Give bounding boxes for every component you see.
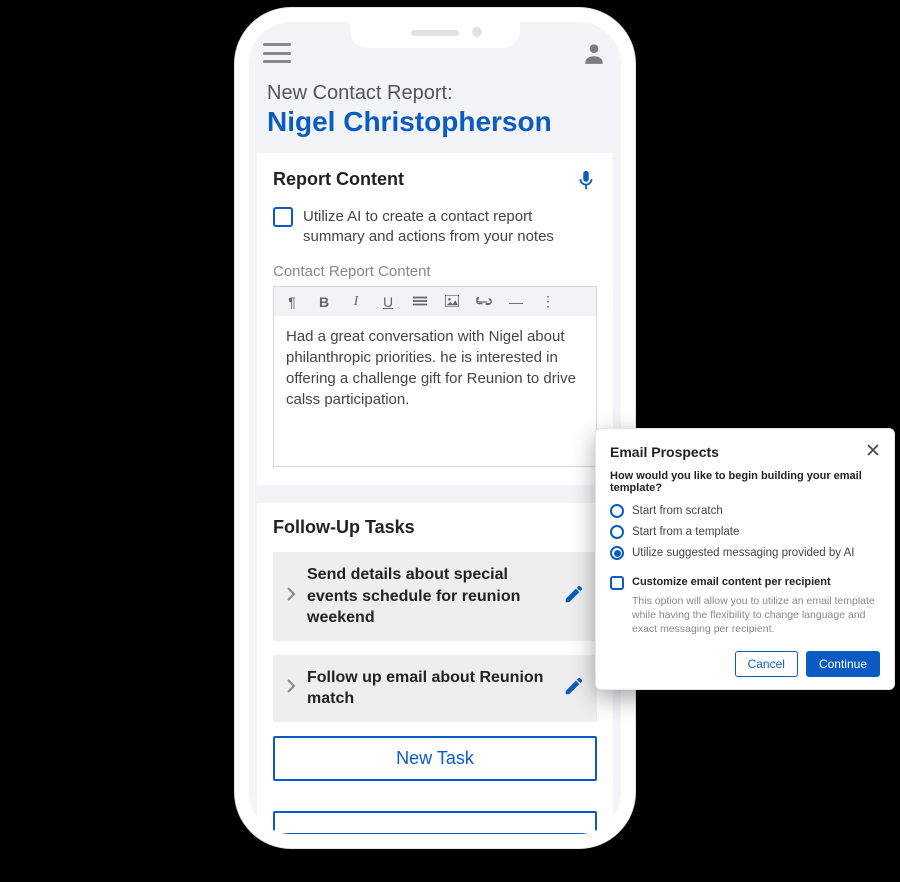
- tasks-section-title: Follow-Up Tasks: [273, 517, 415, 538]
- editor-toolbar: ¶ B I U — ⋮: [274, 287, 596, 316]
- insert-image-icon[interactable]: [442, 294, 462, 310]
- chevron-right-icon: [285, 586, 297, 607]
- ai-summary-label: Utilize AI to create a contact report su…: [303, 207, 597, 248]
- radio-label: Start from a template: [632, 526, 739, 538]
- microphone-icon[interactable]: [575, 167, 597, 193]
- dialog-title: Email Prospects: [610, 444, 719, 460]
- format-underline-icon[interactable]: U: [378, 294, 398, 310]
- new-task-button[interactable]: New Task: [273, 736, 597, 781]
- task-row[interactable]: Follow up email about Reunion match: [273, 655, 597, 722]
- profile-icon[interactable]: [581, 40, 607, 66]
- edit-task-icon[interactable]: [563, 675, 585, 702]
- next-action-button[interactable]: [273, 811, 597, 834]
- close-icon[interactable]: [866, 443, 880, 460]
- insert-link-icon[interactable]: [474, 294, 494, 310]
- page-title-label: New Contact Report:: [267, 82, 603, 105]
- radio-option-ai[interactable]: Utilize suggested messaging provided by …: [610, 546, 880, 560]
- horizontal-rule-icon[interactable]: —: [506, 294, 526, 310]
- radio-icon: [610, 525, 624, 539]
- phone-notch: [350, 20, 520, 48]
- format-italic-icon[interactable]: I: [346, 294, 366, 310]
- radio-icon: [610, 546, 624, 560]
- radio-label: Utilize suggested messaging provided by …: [632, 547, 854, 559]
- app-screen: New Contact Report: Nigel Christopherson…: [249, 22, 621, 834]
- dialog-question: How would you like to begin building you…: [610, 470, 880, 494]
- ai-summary-checkbox[interactable]: [273, 207, 293, 227]
- radio-option-scratch[interactable]: Start from scratch: [610, 504, 880, 518]
- task-text: Send details about special events schedu…: [307, 564, 553, 629]
- task-text: Follow up email about Reunion match: [307, 667, 553, 710]
- report-content-textarea[interactable]: Had a great conversation with Nigel abou…: [274, 316, 596, 466]
- contact-name-link[interactable]: Nigel Christopherson: [267, 105, 603, 139]
- format-paragraph-icon[interactable]: ¶: [282, 294, 302, 310]
- phone-frame: New Contact Report: Nigel Christopherson…: [235, 8, 635, 848]
- customize-per-recipient-checkbox[interactable]: [610, 576, 624, 590]
- continue-button[interactable]: Continue: [806, 651, 880, 677]
- report-content-card: Report Content Utilize AI to create a co…: [257, 153, 613, 486]
- customize-label: Customize email content per recipient: [632, 576, 831, 588]
- content-field-label: Contact Report Content: [273, 263, 597, 280]
- format-bold-icon[interactable]: B: [314, 294, 334, 310]
- radio-label: Start from scratch: [632, 505, 723, 517]
- followup-tasks-card: Follow-Up Tasks Send details about speci…: [257, 503, 613, 834]
- more-options-icon[interactable]: ⋮: [538, 293, 558, 310]
- hamburger-menu-icon[interactable]: [263, 43, 291, 63]
- radio-icon: [610, 504, 624, 518]
- report-section-title: Report Content: [273, 169, 404, 190]
- chevron-right-icon: [285, 678, 297, 699]
- cancel-button[interactable]: Cancel: [735, 651, 798, 677]
- customize-hint: This option will allow you to utilize an…: [632, 594, 880, 637]
- format-list-icon[interactable]: [410, 294, 430, 310]
- email-prospects-dialog: Email Prospects How would you like to be…: [595, 428, 895, 690]
- page-title: New Contact Report: Nigel Christopherson: [249, 78, 621, 153]
- edit-task-icon[interactable]: [563, 583, 585, 610]
- radio-option-template[interactable]: Start from a template: [610, 525, 880, 539]
- task-row[interactable]: Send details about special events schedu…: [273, 552, 597, 641]
- rich-text-editor: ¶ B I U — ⋮: [273, 286, 597, 467]
